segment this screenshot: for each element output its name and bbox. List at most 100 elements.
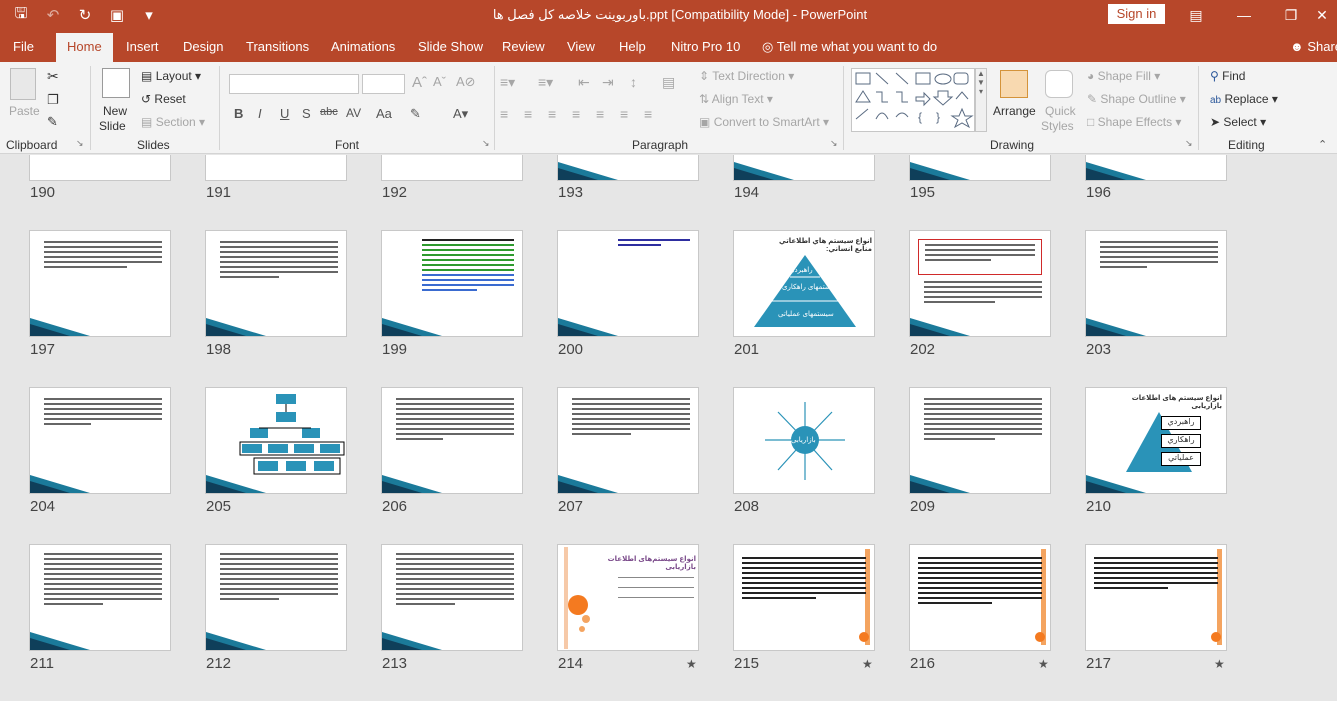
animation-star-icon[interactable]: ★ (686, 657, 697, 671)
distributed-icon[interactable]: ≡ (644, 106, 652, 122)
slide-thumbnail[interactable] (205, 155, 347, 181)
rtl-icon[interactable]: ≡ (596, 106, 604, 122)
align-center-icon[interactable]: ≡ (524, 106, 532, 122)
new-slide-button-label[interactable]: Slide (99, 119, 126, 133)
increase-font-icon[interactable]: Aˆ (412, 74, 427, 91)
tab-help[interactable]: Help (619, 39, 646, 54)
shape-outline-button[interactable]: ✎ Shape Outline ▾ (1087, 92, 1186, 106)
columns-icon[interactable]: ▤ (662, 74, 675, 91)
slide-thumbnail[interactable] (733, 544, 875, 651)
highlight-icon[interactable]: ✎ (410, 106, 421, 122)
customize-icon[interactable]: ▾ (136, 4, 162, 26)
new-slide-button[interactable]: New (103, 104, 127, 118)
slide-thumbnail[interactable] (29, 387, 171, 494)
underline-button[interactable]: U (280, 106, 289, 121)
slide-thumbnail[interactable]: انواع سیستم‌های اطلاعات بازاریابی (557, 544, 699, 651)
shapes-gallery[interactable]: {} (851, 68, 975, 132)
layout-button[interactable]: ▤ Layout ▾ (141, 69, 201, 83)
animation-star-icon[interactable]: ★ (1038, 657, 1049, 671)
quick-styles-icon[interactable] (1045, 70, 1073, 98)
slide-thumbnail[interactable] (381, 155, 523, 181)
increase-indent-icon[interactable]: ⇥ (602, 74, 614, 91)
cut-icon[interactable]: ✂ (47, 68, 59, 85)
align-left-icon[interactable]: ≡ (500, 106, 508, 122)
shapes-scroll-icon[interactable]: ▲ ▼ ▾ (975, 68, 987, 132)
save-icon[interactable]: 🖫 (8, 4, 34, 26)
tab-animations[interactable]: Animations (331, 39, 395, 54)
find-button[interactable]: ⚲ Find (1210, 69, 1245, 83)
slide-thumbnail[interactable] (205, 387, 347, 494)
slide-thumbnail[interactable] (909, 387, 1051, 494)
paste-button[interactable]: Paste (9, 104, 40, 118)
clear-format-icon[interactable]: A⊘ (456, 74, 476, 90)
copy-icon[interactable]: ❐ (47, 92, 59, 108)
slide-thumbnail[interactable] (29, 544, 171, 651)
tab-review[interactable]: Review (502, 39, 545, 54)
ribbon-display-icon[interactable]: ▤ (1183, 4, 1209, 26)
decrease-indent-icon[interactable]: ⇤ (578, 74, 590, 91)
change-case-button[interactable]: Aa (376, 106, 392, 121)
font-color-icon[interactable]: A▾ (453, 106, 468, 122)
slide-thumbnail[interactable] (381, 387, 523, 494)
tab-file[interactable]: File (13, 39, 34, 54)
font-name-input[interactable] (229, 74, 359, 94)
animation-star-icon[interactable]: ★ (1214, 657, 1225, 671)
align-text-button[interactable]: ⇅ Align Text ▾ (699, 92, 773, 106)
tell-me-search[interactable]: ◎ Tell me what you want to do (762, 39, 937, 55)
font-size-input[interactable] (362, 74, 405, 94)
sign-in-button[interactable]: Sign in (1108, 4, 1165, 24)
slide-thumbnail[interactable] (909, 544, 1051, 651)
convert-smartart-button[interactable]: ▣ Convert to SmartArt ▾ (699, 115, 829, 129)
paste-icon[interactable] (10, 68, 36, 100)
share-button[interactable]: ☻ Share (1290, 39, 1337, 54)
quick-styles-button[interactable]: Quick (1045, 104, 1076, 118)
arrange-button[interactable]: Arrange (993, 104, 1036, 118)
slide-thumbnail[interactable] (557, 387, 699, 494)
replace-button[interactable]: ab Replace ▾ (1210, 92, 1278, 106)
bullets-icon[interactable]: ≡▾ (500, 74, 515, 91)
tab-design[interactable]: Design (183, 39, 223, 54)
slide-thumbnail[interactable] (1085, 155, 1227, 181)
select-button[interactable]: ➤ Select ▾ (1210, 115, 1266, 129)
slide-thumbnail[interactable] (733, 155, 875, 181)
justify-icon[interactable]: ≡ (572, 106, 580, 122)
slide-thumbnail[interactable] (381, 544, 523, 651)
slide-thumbnail[interactable]: انواع سیستم های اطلاعات بازاریابی راهبرد… (1085, 387, 1227, 494)
section-button[interactable]: ▤ Section ▾ (141, 115, 205, 129)
restore-icon[interactable]: ❐ (1278, 4, 1304, 26)
collapse-ribbon-icon[interactable]: ⌃ (1318, 138, 1327, 151)
slide-thumbnail[interactable] (381, 230, 523, 337)
font-launcher-icon[interactable]: ↘ (482, 138, 490, 149)
slide-thumbnail[interactable] (205, 230, 347, 337)
arrange-icon[interactable] (1000, 70, 1028, 98)
ltr-icon[interactable]: ≡ (620, 106, 628, 122)
slide-thumbnail[interactable]: انواع سيستم هاي اطلاعاتي منابع انساني: ر… (733, 230, 875, 337)
minimize-icon[interactable]: — (1231, 4, 1257, 26)
char-spacing-icon[interactable]: AV (346, 106, 361, 120)
slide-thumbnail[interactable] (909, 155, 1051, 181)
tab-view[interactable]: View (567, 39, 595, 54)
tab-nitro-pro[interactable]: Nitro Pro 10 (671, 39, 740, 54)
slide-thumbnail[interactable] (29, 155, 171, 181)
slide-thumbnail[interactable] (557, 230, 699, 337)
tab-slide-show[interactable]: Slide Show (418, 39, 483, 54)
numbering-icon[interactable]: ≡▾ (538, 74, 553, 91)
shadow-button[interactable]: S (302, 106, 311, 121)
shape-fill-button[interactable]: ◕ Shape Fill ▾ (1087, 69, 1160, 83)
align-right-icon[interactable]: ≡ (548, 106, 556, 122)
drawing-launcher-icon[interactable]: ↘ (1185, 138, 1193, 149)
redo-icon[interactable]: ↻ (72, 4, 98, 26)
format-painter-icon[interactable]: ✎ (47, 114, 58, 130)
bold-button[interactable]: B (234, 106, 243, 121)
text-direction-button[interactable]: ⇕ Text Direction ▾ (699, 69, 794, 83)
new-slide-icon[interactable] (102, 68, 130, 98)
slide-thumbnail[interactable] (205, 544, 347, 651)
clipboard-launcher-icon[interactable]: ↘ (76, 138, 84, 149)
animation-star-icon[interactable]: ★ (862, 657, 873, 671)
tab-home[interactable]: Home (56, 33, 113, 62)
slide-thumbnail[interactable] (557, 155, 699, 181)
slide-thumbnail[interactable] (1085, 544, 1227, 651)
tab-insert[interactable]: Insert (126, 39, 159, 54)
paragraph-launcher-icon[interactable]: ↘ (830, 138, 838, 149)
quick-styles-button-label[interactable]: Styles (1041, 119, 1074, 133)
